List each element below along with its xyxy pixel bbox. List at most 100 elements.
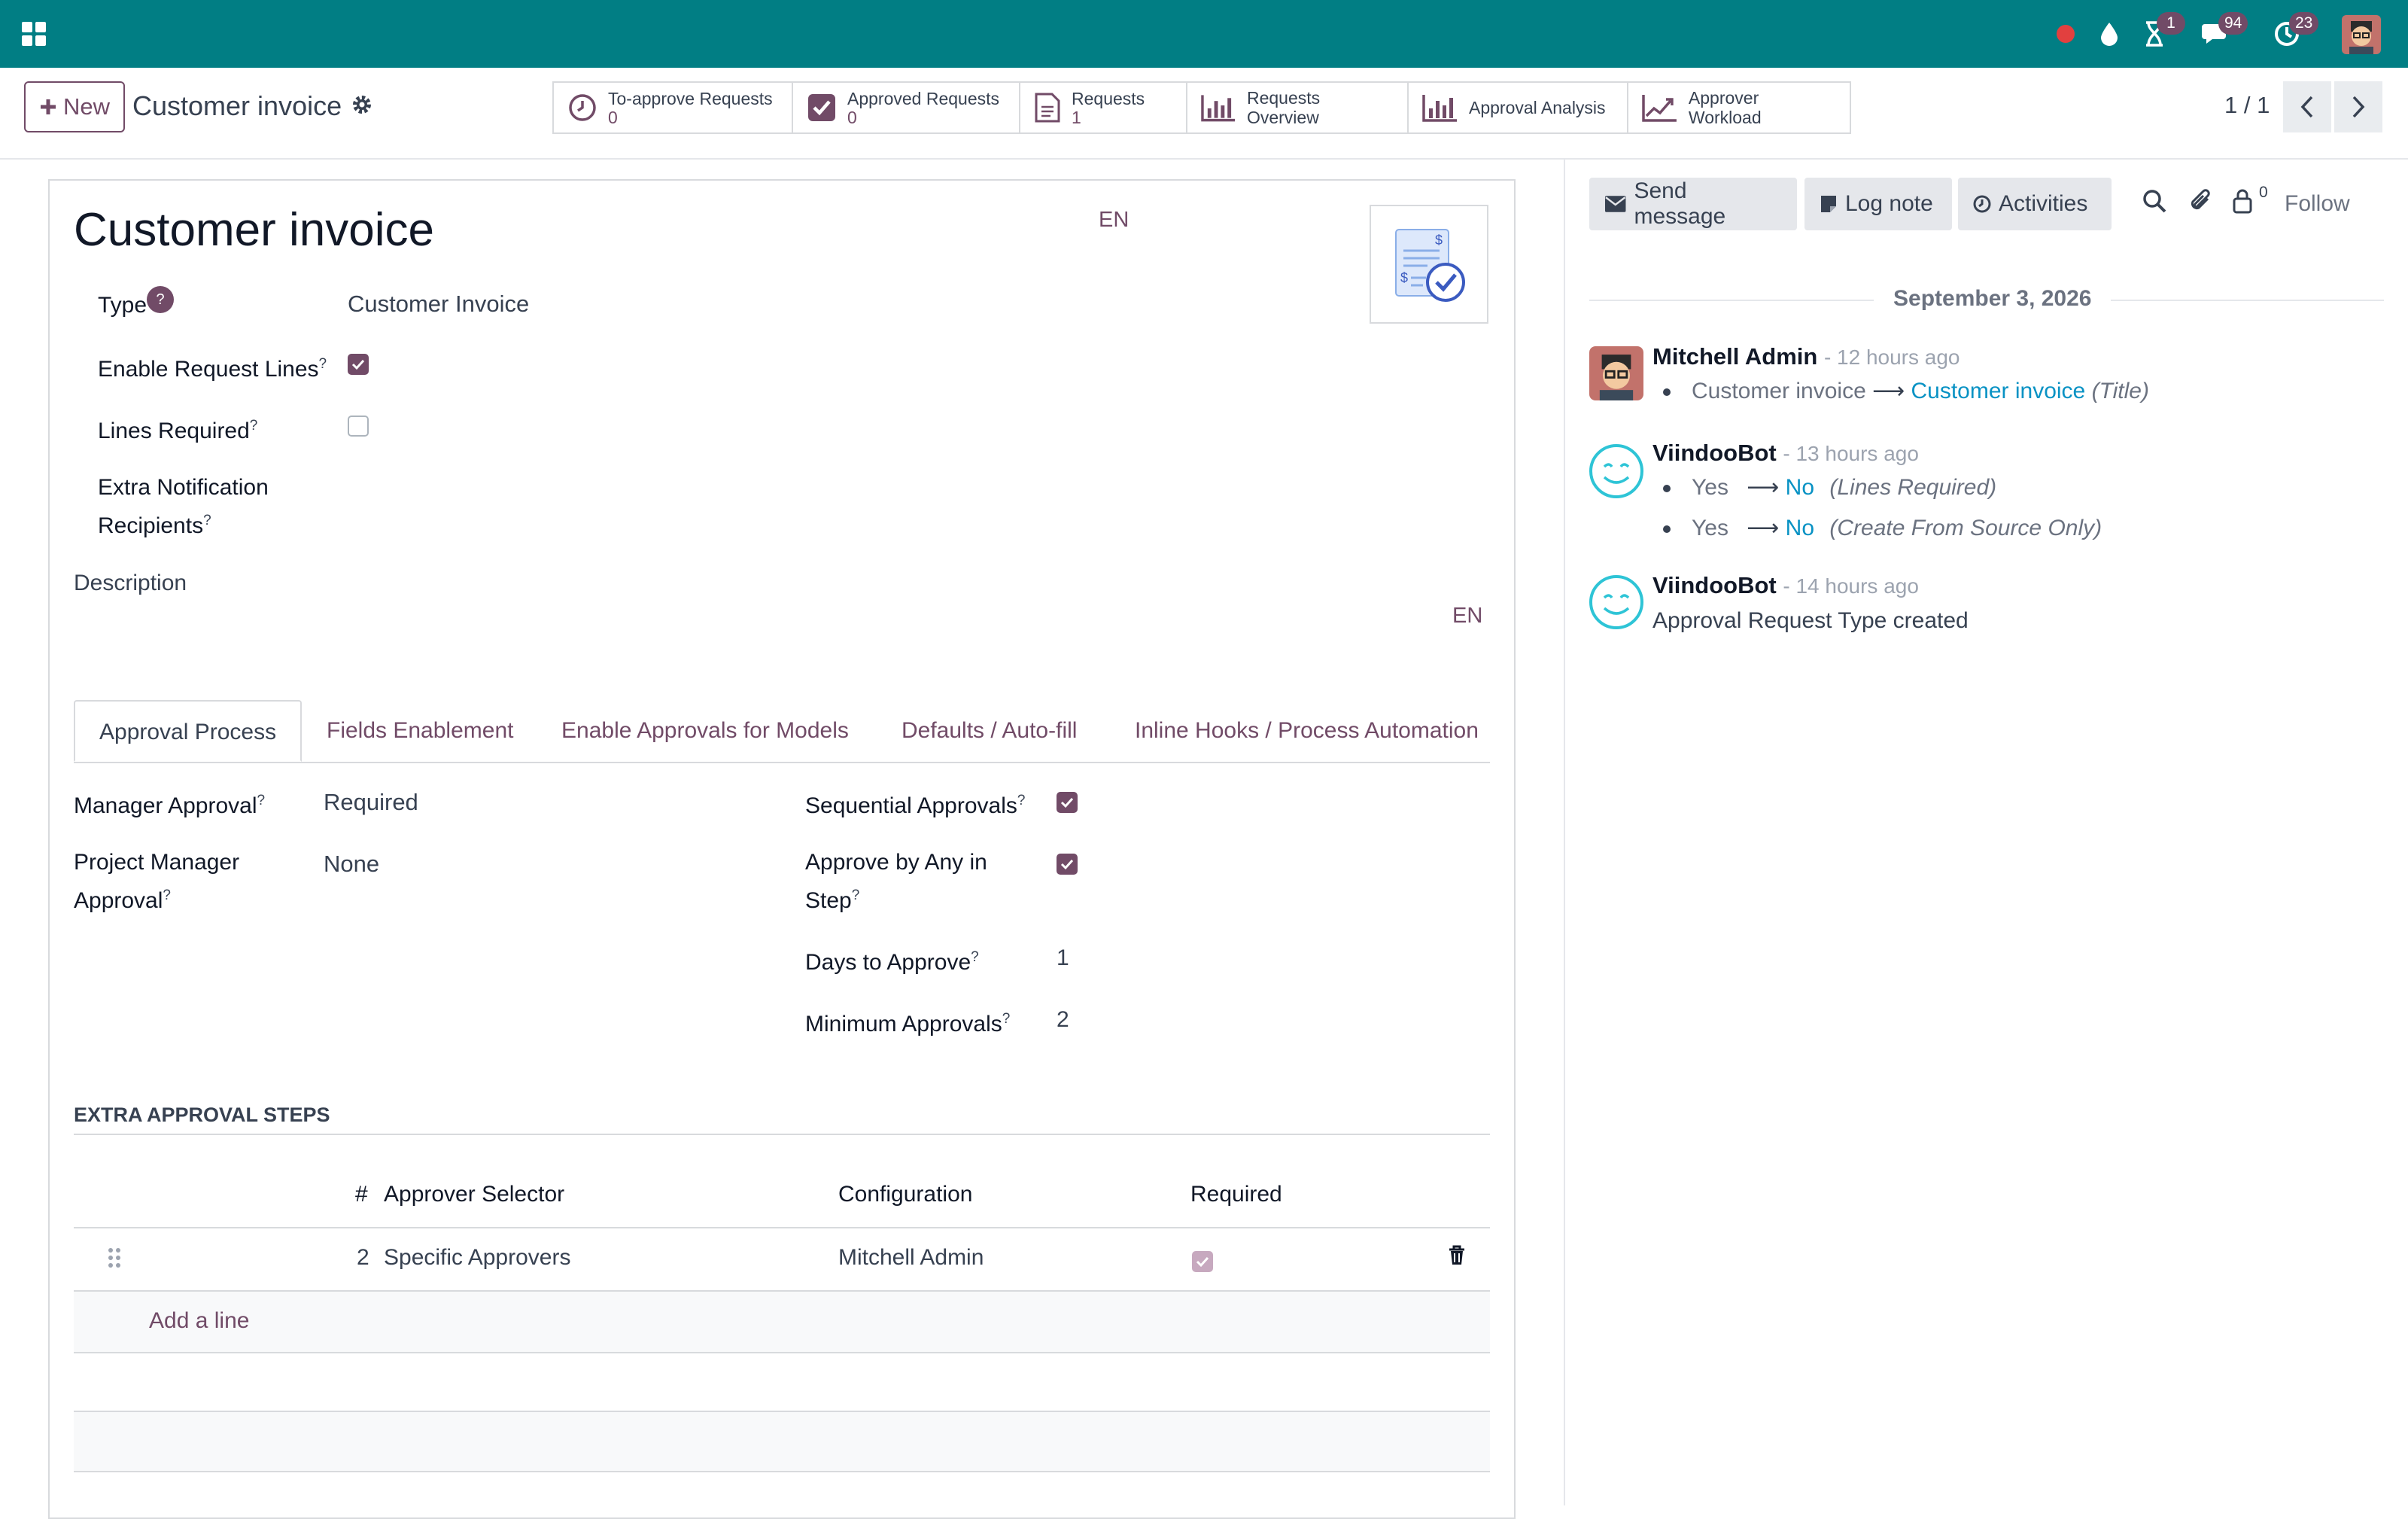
lines-required-label: Lines Required? — [98, 418, 258, 443]
record-title[interactable]: Customer invoice — [74, 203, 434, 257]
tracking-change: Customer invoice ⟶ Customer invoice (Tit… — [1663, 378, 2149, 404]
smart-button-approval-analysis[interactable]: Approval Analysis — [1409, 83, 1628, 132]
type-field-value[interactable]: Customer Invoice — [348, 291, 529, 318]
title-language-button[interactable]: EN — [1099, 208, 1129, 233]
chevron-right-icon — [2352, 96, 2365, 118]
extra-approval-steps-heading: EXTRA APPROVAL STEPS — [74, 1103, 330, 1126]
svg-text:$: $ — [1400, 270, 1408, 285]
checkmark-icon — [1060, 797, 1074, 808]
smart-button-approver-workload[interactable]: Approver Workload — [1628, 83, 1850, 132]
column-header-approver-selector[interactable]: Approver Selector — [384, 1182, 564, 1207]
water-drop-icon[interactable] — [2092, 17, 2127, 51]
bot-avatar[interactable] — [1588, 574, 1645, 631]
sequential-approvals-checkbox[interactable] — [1057, 792, 1078, 813]
trash-icon[interactable] — [1448, 1245, 1466, 1266]
follow-button[interactable]: Follow — [2285, 191, 2350, 217]
smart-button-requests[interactable]: Requests 1 — [1020, 83, 1187, 132]
message-author[interactable]: ViindooBot - 14 hours ago — [1652, 572, 1919, 599]
app-menu-icon[interactable] — [17, 17, 51, 51]
help-tooltip-icon[interactable]: ? — [257, 793, 266, 808]
activities-label: Activities — [1999, 191, 2088, 216]
updates-badge: 23 — [2289, 12, 2319, 35]
tab-defaults-autofill[interactable]: Defaults / Auto-fill — [901, 700, 1077, 762]
date-separator: September 3, 2026 — [1874, 286, 2112, 312]
message-time: - 13 hours ago — [1783, 442, 1919, 465]
message-author[interactable]: ViindooBot - 13 hours ago — [1652, 440, 1919, 467]
approve-by-any-checkbox[interactable] — [1057, 854, 1078, 875]
days-to-approve-value[interactable]: 1 — [1057, 945, 1069, 971]
help-tooltip-icon[interactable]: ? — [163, 887, 171, 903]
activity-hourglass-icon[interactable]: 1 — [2137, 12, 2185, 51]
updates-clock-icon[interactable]: 23 — [2270, 12, 2319, 51]
plus-icon — [40, 99, 56, 114]
empty-table-row — [74, 1412, 1490, 1471]
new-button-label: New — [62, 93, 110, 120]
tab-enable-approvals-for-models[interactable]: Enable Approvals for Models — [561, 700, 849, 762]
days-to-approve-label: Days to Approve? — [805, 949, 979, 975]
pager-next-button[interactable] — [2334, 81, 2382, 132]
column-header-required[interactable]: Required — [1190, 1182, 1282, 1207]
smart-count: 1 — [1072, 108, 1081, 127]
drag-handle-icon[interactable] — [107, 1247, 122, 1269]
search-icon[interactable] — [2142, 188, 2167, 214]
help-tooltip-icon[interactable]: ? — [319, 356, 327, 372]
tab-fields-enablement[interactable]: Fields Enablement — [327, 700, 513, 762]
check-square-icon — [808, 94, 835, 121]
arrow-right-icon: ⟶ — [1747, 475, 1780, 500]
add-a-line-link[interactable]: Add a line — [149, 1308, 249, 1334]
manager-approval-value[interactable]: Required — [324, 789, 418, 816]
minimum-approvals-value[interactable]: 2 — [1057, 1007, 1069, 1033]
log-note-button[interactable]: Log note — [1804, 178, 1952, 230]
smart-button-approved[interactable]: Approved Requests 0 — [793, 83, 1020, 132]
author-avatar[interactable] — [1589, 346, 1643, 400]
approve-by-any-label: Approve by Any in Step? — [805, 850, 987, 913]
smart-label: To-approve Requests — [608, 89, 773, 108]
help-tooltip-icon[interactable]: ? — [147, 286, 175, 313]
row-configuration[interactable]: Mitchell Admin — [838, 1245, 984, 1271]
help-tooltip-icon[interactable]: ? — [203, 513, 211, 528]
activity-badge: 1 — [2157, 12, 2185, 35]
send-message-button[interactable]: Send message — [1589, 178, 1797, 230]
record-image[interactable]: $ $ — [1370, 205, 1488, 324]
description-language-button[interactable]: EN — [1452, 604, 1482, 629]
help-tooltip-icon[interactable]: ? — [852, 887, 860, 903]
recording-dot-icon[interactable] — [2048, 17, 2083, 51]
checkmark-icon — [1196, 1256, 1209, 1268]
description-label: Description — [74, 571, 187, 595]
checkmark-icon — [1060, 859, 1074, 870]
messages-chat-icon[interactable]: 94 — [2199, 12, 2248, 51]
help-tooltip-icon[interactable]: ? — [971, 949, 979, 965]
type-field-label: Type? — [98, 286, 175, 322]
document-icon — [1035, 93, 1060, 123]
row-required-checkbox[interactable] — [1192, 1251, 1213, 1272]
pager-value[interactable]: 1 / 1 — [2224, 92, 2270, 119]
followers-lock-icon[interactable] — [2232, 188, 2253, 214]
column-header-configuration[interactable]: Configuration — [838, 1182, 972, 1207]
line-chart-icon — [1642, 95, 1677, 122]
clock-icon — [1973, 195, 1991, 213]
bullet — [1663, 525, 1671, 534]
lines-required-checkbox[interactable] — [348, 416, 369, 437]
bot-avatar[interactable] — [1588, 443, 1645, 500]
message-author[interactable]: Mitchell Admin - 12 hours ago — [1652, 343, 1960, 370]
bar-chart-icon — [1201, 95, 1235, 122]
tab-approval-process[interactable]: Approval Process — [74, 700, 303, 762]
gear-icon[interactable] — [351, 93, 373, 116]
help-tooltip-icon[interactable]: ? — [250, 418, 258, 434]
enable-request-lines-label: Enable Request Lines? — [98, 356, 327, 382]
paperclip-icon[interactable] — [2188, 188, 2214, 215]
extra-notification-recipients-label: Extra Notification Recipients? — [98, 475, 269, 538]
new-button[interactable]: New — [24, 81, 125, 132]
smart-button-requests-overview[interactable]: Requests Overview — [1187, 83, 1409, 132]
activities-button[interactable]: Activities — [1958, 178, 2112, 230]
pager-previous-button[interactable] — [2283, 81, 2331, 132]
enable-request-lines-checkbox[interactable] — [348, 354, 369, 375]
row-approver-selector[interactable]: Specific Approvers — [384, 1245, 570, 1271]
smart-button-to-approve[interactable]: To-approve Requests 0 — [554, 83, 793, 132]
tab-inline-hooks[interactable]: Inline Hooks / Process Automation — [1135, 700, 1479, 762]
project-manager-approval-value[interactable]: None — [324, 851, 379, 878]
help-tooltip-icon[interactable]: ? — [1002, 1011, 1011, 1027]
column-header-sequence[interactable]: # — [355, 1182, 368, 1207]
help-tooltip-icon[interactable]: ? — [1017, 793, 1026, 808]
user-avatar[interactable] — [2342, 15, 2381, 54]
